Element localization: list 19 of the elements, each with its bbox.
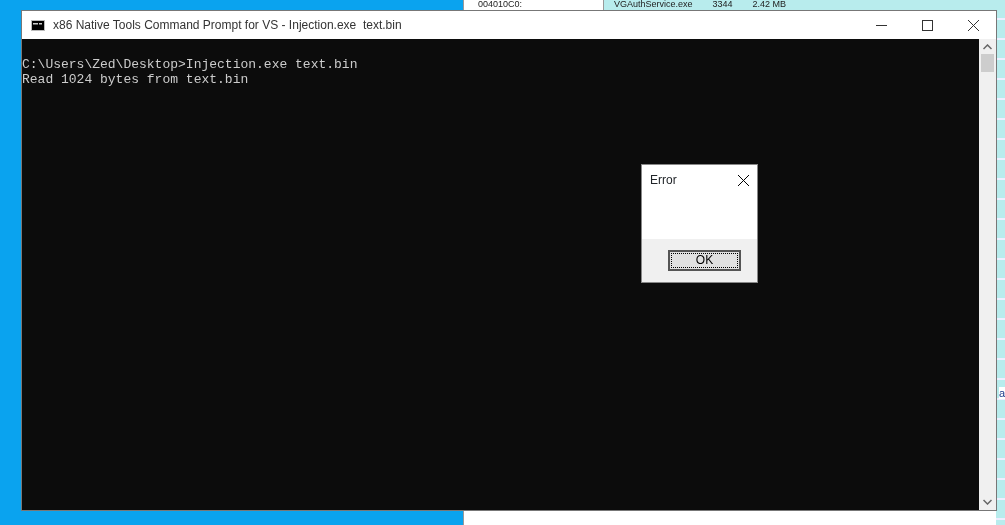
table-cell: VGAuthService.exe (614, 0, 693, 9)
address-text: 004010C0: (478, 0, 523, 9)
ok-button[interactable]: OK (668, 250, 741, 271)
console-icon (31, 19, 45, 31)
scroll-down-icon[interactable] (983, 499, 992, 505)
console-line: Read 1024 bytes from text.bin (22, 72, 250, 87)
minimize-icon[interactable] (875, 24, 887, 26)
table-cell: 2.42 MB (752, 0, 787, 9)
table-cell: 3344 (712, 0, 733, 9)
close-icon[interactable] (967, 19, 979, 31)
window-title: x86 Native Tools Command Prompt for VS - Injection.exe text.bin (53, 17, 402, 34)
scroll-up-icon[interactable] (983, 44, 992, 50)
maximize-icon[interactable] (921, 19, 933, 31)
scrollbar[interactable] (979, 39, 996, 510)
scroll-thumb[interactable] (981, 54, 994, 72)
dialog-title: Error (650, 172, 677, 189)
console-line: C:\Users\Zed\Desktop>Injection.exe text.bin (22, 57, 359, 72)
background-text: a (998, 387, 1005, 399)
close-icon[interactable] (738, 174, 749, 186)
